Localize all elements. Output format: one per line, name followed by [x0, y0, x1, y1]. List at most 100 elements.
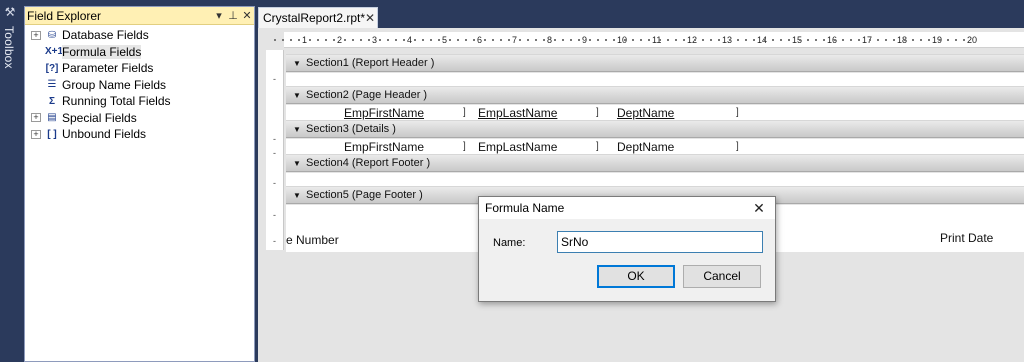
- ruler-tick: [430, 39, 432, 41]
- header-field-emplastname[interactable]: EmpLastName: [478, 106, 557, 120]
- ruler-tick: [325, 39, 327, 41]
- section-band-report-footer[interactable]: [286, 173, 1024, 187]
- cancel-button[interactable]: Cancel: [683, 265, 761, 288]
- ruler-tick: [963, 39, 965, 41]
- dropdown-icon[interactable]: ▾: [212, 9, 226, 22]
- header-field-empfirstname[interactable]: EmpFirstName: [344, 106, 424, 120]
- close-icon[interactable]: ✕: [240, 9, 254, 22]
- ruler-tick: [683, 39, 685, 41]
- special-icon: ▤: [47, 112, 57, 124]
- ruler-tick: [904, 39, 906, 41]
- ruler-tick: [379, 39, 381, 41]
- field-explorer-titlebar: Field Explorer ▾ ⊥ ✕: [25, 7, 254, 25]
- formula-name-dialog: Formula Name ✕ Name: OK Cancel: [478, 196, 776, 302]
- ruler-tick: [484, 39, 486, 41]
- tree-item-label: Database Fields: [62, 28, 149, 43]
- section-bar-page-header[interactable]: ▼ Section2 (Page Header ): [286, 86, 1024, 104]
- section-label: Section3 (Details ): [306, 123, 396, 135]
- ruler-tick: [605, 39, 607, 41]
- tree-item[interactable]: + ⛁ Database Fields: [25, 27, 254, 44]
- section-label: Section2 (Page Header ): [306, 89, 428, 101]
- tab-label: CrystalReport2.rpt*: [263, 11, 366, 25]
- ruler-tick: [422, 39, 424, 41]
- section-label: Section4 (Report Footer ): [306, 157, 431, 169]
- ruler-tick: [500, 39, 502, 41]
- ruler-tick: [799, 39, 801, 41]
- ruler-tick: [298, 39, 300, 41]
- collapse-arrow-icon[interactable]: ▼: [288, 59, 306, 68]
- section-band-report-header[interactable]: [286, 73, 1024, 87]
- ruler-tick: [858, 39, 860, 41]
- collapse-arrow-icon[interactable]: ▼: [288, 125, 306, 134]
- detail-field-emplastname[interactable]: EmpLastName: [478, 140, 557, 154]
- section-band-details[interactable]: EmpFirstName ] EmpLastName ] DeptName ]: [286, 139, 1024, 155]
- tree-item[interactable]: ☰ Group Name Fields: [25, 77, 254, 94]
- ruler-tick: [675, 39, 677, 41]
- ruler-number: 8: [547, 35, 553, 45]
- ruler-tick: [850, 39, 852, 41]
- expand-icon[interactable]: +: [31, 30, 41, 40]
- ruler-number: 5: [442, 35, 448, 45]
- tab-crystalreport2[interactable]: CrystalReport2.rpt* ✕: [258, 7, 378, 28]
- collapse-arrow-icon[interactable]: ▼: [288, 91, 306, 100]
- dialog-close-icon[interactable]: ✕: [743, 200, 775, 217]
- ruler-number: 3: [372, 35, 378, 45]
- tree-item[interactable]: X+1 Formula Fields: [25, 44, 254, 61]
- footer-field-page-number[interactable]: e Number: [286, 233, 339, 247]
- tree-item[interactable]: + ▤ Special Fields: [25, 110, 254, 127]
- ruler-tick: [589, 39, 591, 41]
- ruler-tick: [578, 39, 580, 41]
- ruler-tick: [659, 39, 661, 41]
- formula-icon: X+1: [45, 46, 64, 58]
- ruler-tick: [718, 39, 720, 41]
- ruler-tick: [570, 39, 572, 41]
- ruler-tick: [834, 39, 836, 41]
- ruler-tick: [473, 39, 475, 41]
- expand-icon[interactable]: +: [31, 129, 41, 139]
- field-explorer-panel: Field Explorer ▾ ⊥ ✕ + ⛁ Database Fields X+…: [24, 6, 255, 362]
- pin-icon[interactable]: ⊥: [226, 9, 240, 22]
- dialog-titlebar: Formula Name ✕: [479, 197, 775, 219]
- toolbox-label[interactable]: Toolbox: [2, 26, 16, 69]
- expand-icon[interactable]: +: [31, 113, 41, 123]
- ruler-number: 20: [967, 35, 978, 45]
- ruler-number: 2: [337, 35, 343, 45]
- section-bar-details[interactable]: ▼ Section3 (Details ): [286, 120, 1024, 138]
- running-total-icon: Σ: [48, 95, 55, 107]
- section-bar-report-header[interactable]: ▼ Section1 (Report Header ): [286, 54, 1024, 72]
- tree-item[interactable]: Σ Running Total Fields: [25, 93, 254, 110]
- ruler-tick: [317, 39, 319, 41]
- ruler-tick: [414, 39, 416, 41]
- ruler-tick: [694, 39, 696, 41]
- detail-field-empfirstname[interactable]: EmpFirstName: [344, 140, 424, 154]
- header-field-deptname[interactable]: DeptName: [617, 106, 674, 120]
- ruler-tick: [465, 39, 467, 41]
- ruler-number: 4: [407, 35, 413, 45]
- collapse-arrow-icon[interactable]: ▼: [288, 159, 306, 168]
- ruler-tick: [920, 39, 922, 41]
- ruler-tick: [438, 39, 440, 41]
- dialog-title: Formula Name: [485, 201, 565, 215]
- section-bar-report-footer[interactable]: ▼ Section4 (Report Footer ): [286, 154, 1024, 172]
- formula-name-input[interactable]: [557, 231, 763, 253]
- collapse-arrow-icon[interactable]: ▼: [288, 191, 306, 200]
- ruler-tick: [939, 39, 941, 41]
- section-label: Section5 (Page Footer ): [306, 189, 423, 201]
- section-band-page-header[interactable]: EmpFirstName ] EmpLastName ] DeptName ]: [286, 105, 1024, 121]
- ruler-tick: [710, 39, 712, 41]
- detail-field-deptname[interactable]: DeptName: [617, 140, 674, 154]
- ruler-tick: [554, 39, 556, 41]
- ruler-tick: [535, 39, 537, 41]
- tab-close-icon[interactable]: ✕: [365, 11, 377, 25]
- tree-item[interactable]: [?] Parameter Fields: [25, 60, 254, 77]
- ok-button[interactable]: OK: [597, 265, 675, 288]
- tree-item[interactable]: + [ ] Unbound Fields: [25, 126, 254, 143]
- ruler-tick: [947, 39, 949, 41]
- footer-field-print-date[interactable]: Print Date: [940, 231, 993, 245]
- ruler-tick: [737, 39, 739, 41]
- section-label: Section1 (Report Header ): [306, 57, 435, 69]
- ruler-tick: [912, 39, 914, 41]
- ruler-number: 6: [477, 35, 483, 45]
- ruler-tick: [928, 39, 930, 41]
- toolbox-strip[interactable]: ⚒ Toolbox: [0, 0, 20, 362]
